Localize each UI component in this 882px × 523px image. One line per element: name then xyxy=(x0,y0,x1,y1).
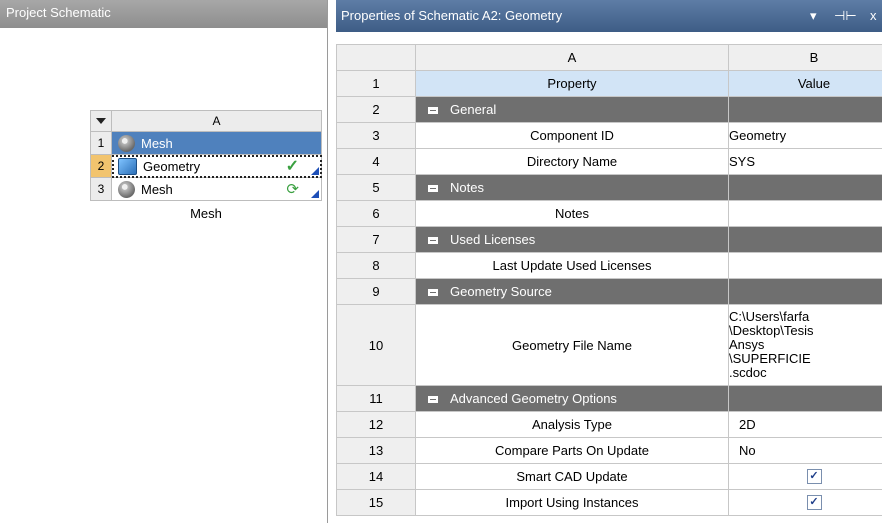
properties-title: Properties of Schematic A2: Geometry xyxy=(341,8,563,23)
path-line: Ansys xyxy=(729,337,765,352)
cell-label: Mesh xyxy=(141,135,173,151)
pane-menu-dropdown-icon[interactable]: ▾ xyxy=(810,0,817,32)
collapse-icon[interactable] xyxy=(428,396,438,404)
collapse-icon[interactable] xyxy=(428,185,438,193)
row-number: 5 xyxy=(336,174,416,201)
property-name: Import Using Instances xyxy=(415,489,729,516)
path-line: C:\Users\farfa xyxy=(729,309,810,324)
property-name: Analysis Type xyxy=(415,411,729,438)
value-column-title: Value xyxy=(728,70,882,97)
row-number: 12 xyxy=(336,411,416,438)
geometry-icon xyxy=(118,157,137,175)
row-number: 9 xyxy=(336,278,416,305)
section-label: General xyxy=(450,102,497,117)
schematic-canvas[interactable]: A 1 Mesh 2 Geometry ✓ 3 Mesh ⟳ Mesh xyxy=(0,28,327,523)
row-number: 3 xyxy=(336,122,416,149)
system-row-number: 3 xyxy=(90,177,112,201)
refresh-required-icon: ⟳ xyxy=(286,181,299,198)
system-cell-mesh-title[interactable]: Mesh xyxy=(111,131,322,155)
notes-value-field[interactable] xyxy=(728,200,882,227)
property-name: Compare Parts On Update xyxy=(415,437,729,464)
mesh-icon xyxy=(118,134,135,152)
properties-pane: Properties of Schematic A2: Geometry ▾ ⊣… xyxy=(336,0,882,523)
row-number: 2 xyxy=(336,96,416,123)
section-label: Geometry Source xyxy=(450,284,552,299)
row-number: 8 xyxy=(336,252,416,279)
import-using-instances-checkbox[interactable]: ✓ xyxy=(806,495,822,510)
system-row-number: 1 xyxy=(90,131,112,155)
column-header-b[interactable]: B xyxy=(728,44,882,71)
section-fill xyxy=(728,226,882,253)
grid-corner xyxy=(336,44,416,71)
property-name: Component ID xyxy=(415,122,729,149)
property-name: Smart CAD Update xyxy=(415,463,729,490)
analysis-system-block[interactable]: A 1 Mesh 2 Geometry ✓ 3 Mesh ⟳ Mesh xyxy=(90,110,322,221)
path-line: .scdoc xyxy=(729,365,767,380)
up-to-date-check-icon: ✓ xyxy=(285,158,299,175)
section-fill xyxy=(728,174,882,201)
property-value xyxy=(728,252,882,279)
mesh-icon xyxy=(118,180,135,198)
row-number: 13 xyxy=(336,437,416,464)
cell-label: Geometry xyxy=(143,158,201,174)
property-name: Directory Name xyxy=(415,148,729,175)
geometry-file-path[interactable]: C:\Users\farfa \Desktop\Tesis Ansys \SUP… xyxy=(728,304,882,386)
smart-cad-update-checkbox[interactable]: ✓ xyxy=(806,469,822,484)
row-number: 6 xyxy=(336,200,416,227)
cell-label: Mesh xyxy=(141,181,173,197)
section-label: Notes xyxy=(450,180,484,195)
row-number: 4 xyxy=(336,148,416,175)
section-row[interactable]: 5 Notes xyxy=(336,174,882,201)
properties-grid: A B 1 Property Value 2 General 3 Compone… xyxy=(336,44,882,516)
row-number: 7 xyxy=(336,226,416,253)
section-row[interactable]: 2 General xyxy=(336,96,882,123)
connection-corner-icon[interactable] xyxy=(311,167,319,175)
smart-cad-update-cell: ✓ xyxy=(728,463,882,490)
analysis-type-select[interactable]: 2D xyxy=(728,411,882,438)
row-number: 10 xyxy=(336,304,416,386)
compare-parts-select[interactable]: No xyxy=(728,437,882,464)
row-number: 11 xyxy=(336,385,416,412)
select-value: No xyxy=(739,443,756,458)
section-fill xyxy=(728,96,882,123)
section-label: Used Licenses xyxy=(450,232,536,247)
path-line: \SUPERFICIE xyxy=(729,351,811,366)
section-row[interactable]: 11 Advanced Geometry Options xyxy=(336,385,882,412)
select-value: 2D xyxy=(739,417,756,432)
section-fill xyxy=(728,385,882,412)
project-schematic-title: Project Schematic xyxy=(0,0,327,28)
property-name: Last Update Used Licenses xyxy=(415,252,729,279)
collapse-icon[interactable] xyxy=(428,107,438,115)
row-number: 14 xyxy=(336,463,416,490)
pin-icon[interactable]: ⊣⊢ xyxy=(834,0,857,32)
project-schematic-pane: Project Schematic A 1 Mesh 2 Geometry ✓ … xyxy=(0,0,328,523)
property-value: SYS xyxy=(728,148,882,175)
row-number: 15 xyxy=(336,489,416,516)
property-column-title: Property xyxy=(415,70,729,97)
system-cell-geometry[interactable]: Geometry ✓ xyxy=(111,154,322,178)
system-row-number: 2 xyxy=(90,154,112,178)
section-row[interactable]: 7 Used Licenses xyxy=(336,226,882,253)
row-number: 1 xyxy=(336,70,416,97)
system-menu-button[interactable] xyxy=(90,110,112,132)
properties-title-bar: Properties of Schematic A2: Geometry ▾ ⊣… xyxy=(336,0,882,32)
system-column-header: A xyxy=(111,110,322,132)
system-cell-mesh[interactable]: Mesh ⟳ xyxy=(111,177,322,201)
close-icon[interactable]: x xyxy=(870,0,877,32)
section-row[interactable]: 9 Geometry Source xyxy=(336,278,882,305)
chevron-down-icon xyxy=(96,118,106,124)
section-label: Advanced Geometry Options xyxy=(450,391,617,406)
connection-corner-icon[interactable] xyxy=(311,190,319,198)
collapse-icon[interactable] xyxy=(428,237,438,245)
import-instances-cell: ✓ xyxy=(728,489,882,516)
property-name: Notes xyxy=(415,200,729,227)
collapse-icon[interactable] xyxy=(428,289,438,297)
system-caption[interactable]: Mesh xyxy=(90,206,322,221)
path-line: \Desktop\Tesis xyxy=(729,323,814,338)
property-name: Geometry File Name xyxy=(415,304,729,386)
column-header-a[interactable]: A xyxy=(415,44,729,71)
section-fill xyxy=(728,278,882,305)
property-value: Geometry xyxy=(728,122,882,149)
